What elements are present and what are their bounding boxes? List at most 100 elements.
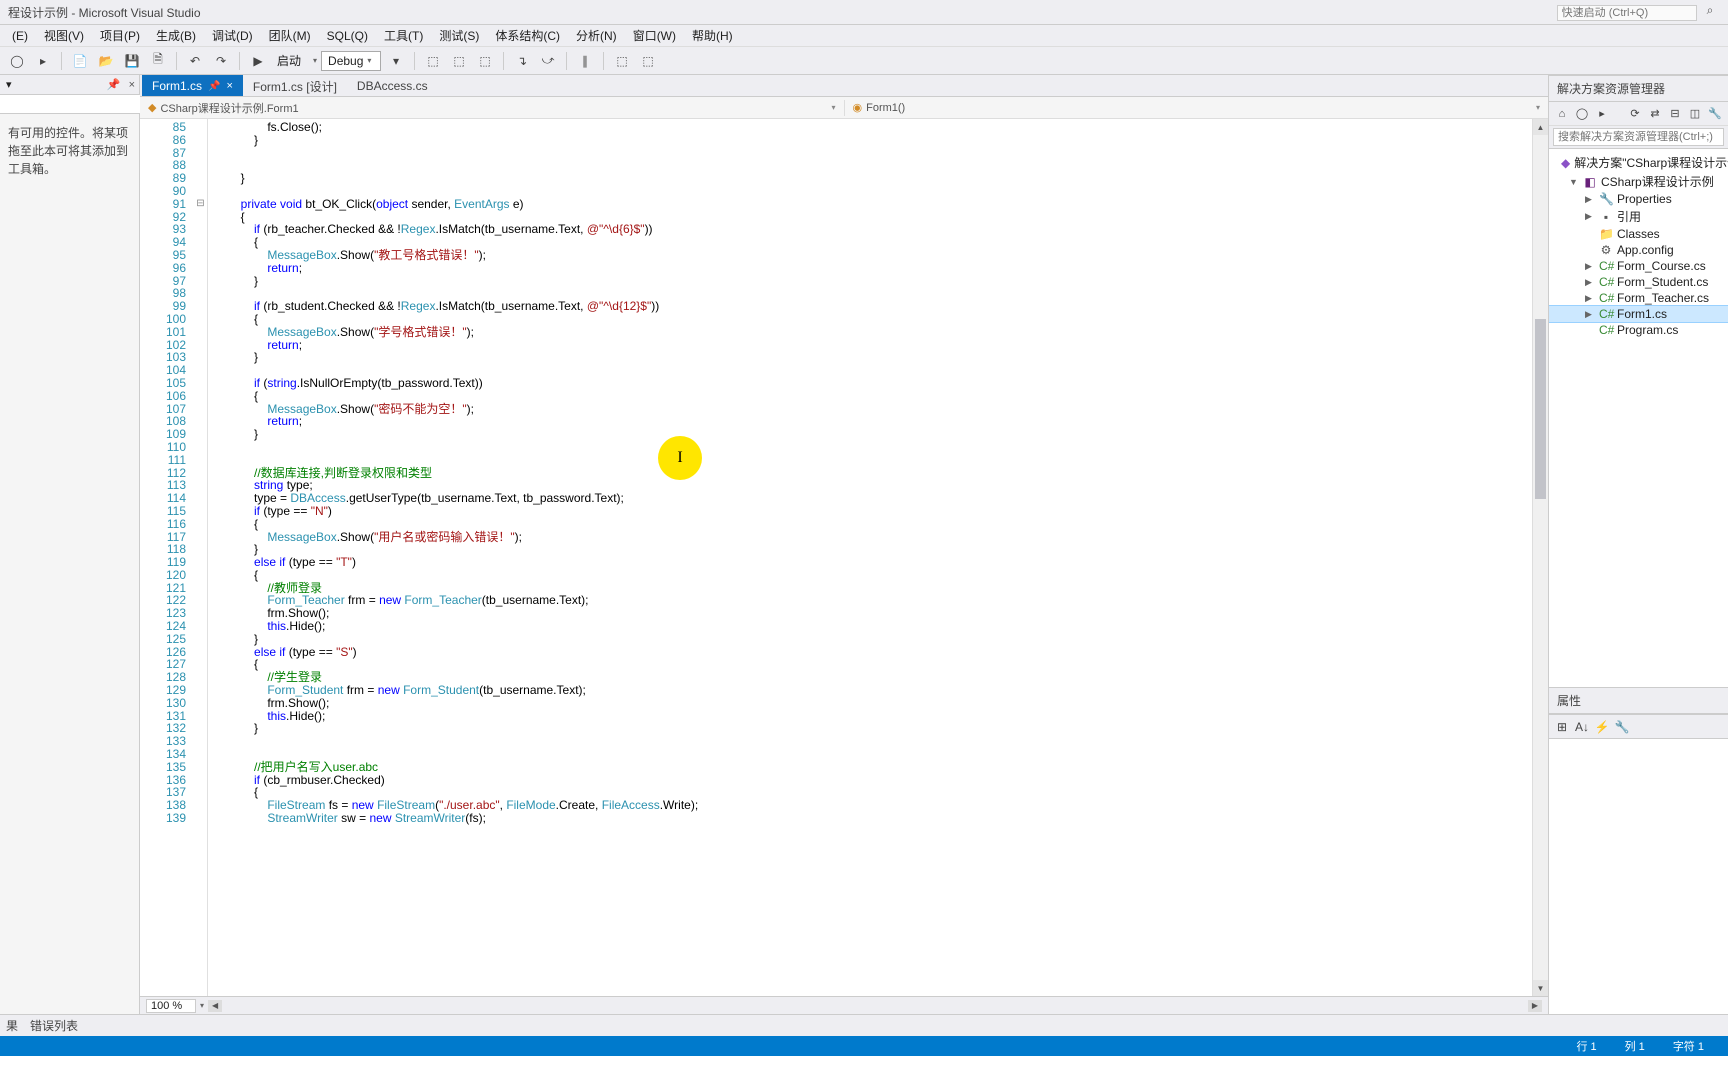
menu-item[interactable]: 工具(T) bbox=[376, 25, 431, 46]
step-button-1[interactable]: ⬚ bbox=[422, 50, 444, 72]
separator bbox=[239, 52, 240, 70]
start-dropdown[interactable]: ▾ bbox=[309, 56, 317, 65]
code-content[interactable]: fs.Close(); } } private void bt_OK_Click… bbox=[208, 119, 1548, 996]
scroll-left-icon[interactable]: ◀ bbox=[208, 1000, 222, 1012]
step-over-button[interactable]: ⤻ bbox=[537, 50, 559, 72]
scroll-down-icon[interactable]: ▼ bbox=[1533, 980, 1548, 996]
home-icon[interactable]: ⌂ bbox=[1553, 105, 1571, 123]
close-icon[interactable]: × bbox=[226, 80, 232, 92]
new-project-button[interactable]: 📄 bbox=[69, 50, 91, 72]
tree-node[interactable]: 📁Classes bbox=[1549, 226, 1728, 242]
tree-node[interactable]: ⚙App.config bbox=[1549, 242, 1728, 258]
tree-node[interactable]: ▶C#Form1.cs bbox=[1549, 306, 1728, 322]
start-label[interactable]: 启动 bbox=[273, 52, 305, 69]
save-button[interactable]: 💾 bbox=[121, 50, 143, 72]
pin-icon[interactable]: 📌 bbox=[103, 78, 125, 91]
menu-item[interactable]: 团队(M) bbox=[261, 25, 319, 46]
separator bbox=[176, 52, 177, 70]
chevron-down-icon[interactable]: ▾ bbox=[200, 1001, 204, 1010]
twisty-icon[interactable]: ▶ bbox=[1585, 277, 1595, 288]
save-all-button[interactable]: 🗎 bbox=[147, 50, 169, 72]
close-icon[interactable]: × bbox=[125, 79, 139, 91]
refresh-icon[interactable]: ⟳ bbox=[1626, 105, 1644, 123]
tree-node[interactable]: ▶🔧Properties bbox=[1549, 191, 1728, 207]
nav-method-selector[interactable]: ◉ Form1() ▾ bbox=[845, 101, 1549, 114]
twisty-icon[interactable]: ▶ bbox=[1585, 309, 1595, 320]
document-tab[interactable]: Form1.cs [设计] bbox=[243, 75, 347, 96]
vertical-scrollbar[interactable]: − ▲ ▼ bbox=[1532, 119, 1548, 996]
twisty-icon[interactable]: ▶ bbox=[1585, 211, 1595, 222]
cs-icon: C# bbox=[1599, 323, 1613, 337]
pin-icon[interactable]: 📌 bbox=[208, 81, 220, 92]
extra-button-2[interactable]: ⬚ bbox=[637, 50, 659, 72]
redo-button[interactable]: ↷ bbox=[210, 50, 232, 72]
step-into-button[interactable]: ↴ bbox=[511, 50, 533, 72]
menu-item[interactable]: (E) bbox=[4, 27, 36, 45]
menu-item[interactable]: 调试(D) bbox=[204, 25, 261, 46]
code-editor[interactable]: 8586878889909192939495969798991001011021… bbox=[140, 119, 1548, 996]
menu-item[interactable]: 视图(V) bbox=[36, 25, 92, 46]
categorized-icon[interactable]: ⊞ bbox=[1553, 718, 1571, 736]
step-button-3[interactable]: ⬚ bbox=[474, 50, 496, 72]
comment-button[interactable]: ∥ bbox=[574, 50, 596, 72]
properties-icon[interactable]: 🔧 bbox=[1706, 105, 1724, 123]
fwd-icon[interactable]: ▸ bbox=[1593, 105, 1611, 123]
show-all-icon[interactable]: ◫ bbox=[1686, 105, 1704, 123]
output-tab[interactable]: 果 bbox=[6, 1017, 18, 1034]
twisty-icon[interactable]: ▶ bbox=[1585, 293, 1595, 304]
fold-gutter[interactable]: ⊟ bbox=[194, 119, 208, 996]
config-selector[interactable]: Debug ▾ bbox=[321, 51, 381, 71]
menu-item[interactable]: 分析(N) bbox=[568, 25, 625, 46]
tree-node[interactable]: ▶C#Form_Student.cs bbox=[1549, 274, 1728, 290]
scroll-thumb[interactable] bbox=[1535, 319, 1546, 499]
nav-class-selector[interactable]: ◆ CSharp课程设计示例.Form1 ▾ bbox=[140, 100, 845, 116]
nav-back-button[interactable]: ◯ bbox=[6, 50, 28, 72]
collapse-icon[interactable]: ⊟ bbox=[1666, 105, 1684, 123]
search-icon[interactable]: ⌕ bbox=[1700, 3, 1720, 23]
toolbox-search: ⌕ bbox=[0, 95, 139, 114]
undo-button[interactable]: ↶ bbox=[184, 50, 206, 72]
menu-item[interactable]: 项目(P) bbox=[92, 25, 148, 46]
twisty-icon[interactable]: ▼ bbox=[1569, 177, 1579, 187]
document-tab[interactable]: Form1.cs📌× bbox=[142, 75, 243, 96]
back-icon[interactable]: ◯ bbox=[1573, 105, 1591, 123]
menu-item[interactable]: 帮助(H) bbox=[684, 25, 741, 46]
zoom-level[interactable]: 100 % bbox=[146, 999, 196, 1013]
tree-label: Form_Course.cs bbox=[1617, 259, 1706, 273]
quick-launch-input[interactable] bbox=[1557, 5, 1697, 21]
document-tab[interactable]: DBAccess.cs bbox=[347, 75, 438, 96]
scroll-up-icon[interactable]: ▲ bbox=[1533, 119, 1548, 135]
tree-node[interactable]: ▶C#Form_Teacher.cs bbox=[1549, 290, 1728, 306]
twisty-icon[interactable]: ▶ bbox=[1585, 261, 1595, 272]
events-icon[interactable]: ⚡ bbox=[1593, 718, 1611, 736]
tree-node[interactable]: ▶▪引用 bbox=[1549, 207, 1728, 226]
tree-node[interactable]: C#Program.cs bbox=[1549, 322, 1728, 338]
menu-item[interactable]: 体系结构(C) bbox=[487, 25, 568, 46]
menubar: (E)视图(V)项目(P)生成(B)调试(D)团队(M)SQL(Q)工具(T)测… bbox=[0, 25, 1728, 47]
open-button[interactable]: 📂 bbox=[95, 50, 117, 72]
solution-search-input[interactable] bbox=[1553, 128, 1724, 146]
nav-fwd-button[interactable]: ▸ bbox=[32, 50, 54, 72]
dropdown-button[interactable]: ▾ bbox=[385, 50, 407, 72]
menu-item[interactable]: 窗口(W) bbox=[625, 25, 684, 46]
menu-item[interactable]: SQL(Q) bbox=[319, 27, 376, 45]
toolbox-empty-text: 有可用的控件。将某项拖至此本可将其添加到工具箱。 bbox=[0, 114, 139, 188]
zoom-bar: 100 % ▾ ◀ ▶ bbox=[140, 996, 1548, 1014]
menu-item[interactable]: 测试(S) bbox=[431, 25, 487, 46]
tree-node[interactable]: ▼◧CSharp课程设计示例 bbox=[1549, 172, 1728, 191]
tree-node[interactable]: ◆解决方案"CSharp课程设计示例"(1 bbox=[1549, 153, 1728, 172]
start-button[interactable]: ▶ bbox=[247, 50, 269, 72]
toolbox-tab[interactable]: ▾ bbox=[0, 76, 18, 93]
scroll-right-icon[interactable]: ▶ bbox=[1528, 1000, 1542, 1012]
horizontal-scrollbar[interactable]: ◀ ▶ bbox=[208, 1000, 1542, 1012]
step-button-2[interactable]: ⬚ bbox=[448, 50, 470, 72]
sync-icon[interactable]: ⇄ bbox=[1646, 105, 1664, 123]
output-tab[interactable]: 错误列表 bbox=[30, 1017, 78, 1034]
menu-item[interactable]: 生成(B) bbox=[148, 25, 204, 46]
extra-button-1[interactable]: ⬚ bbox=[611, 50, 633, 72]
alphabetical-icon[interactable]: A↓ bbox=[1573, 718, 1591, 736]
toolbox-search-input[interactable] bbox=[0, 95, 150, 113]
twisty-icon[interactable]: ▶ bbox=[1585, 194, 1595, 205]
wrench-icon[interactable]: 🔧 bbox=[1613, 718, 1631, 736]
tree-node[interactable]: ▶C#Form_Course.cs bbox=[1549, 258, 1728, 274]
